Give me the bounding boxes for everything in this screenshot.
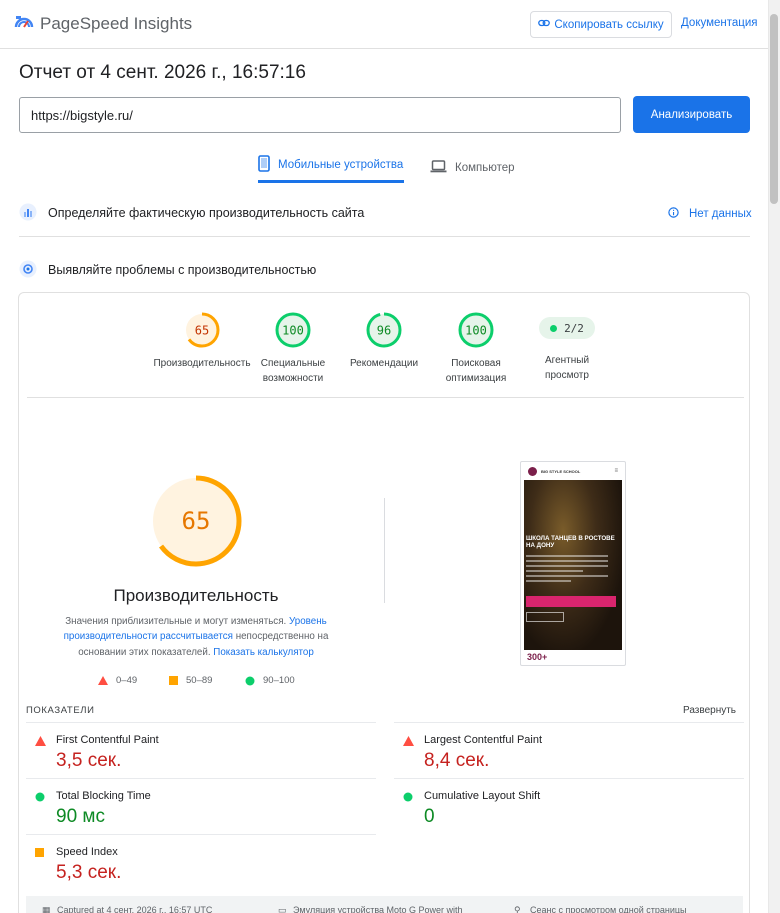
run-info-bar: ▦ Captured at 4 сент. 2026 г., 16:57 UTC…: [26, 896, 743, 913]
circle-icon: [245, 676, 255, 685]
tab-mobile-label: Мобильные устройства: [278, 158, 404, 171]
metrics-label: ПОКАЗАТЕЛИ: [26, 705, 95, 716]
metric-tbt[interactable]: Total Blocking Time 90 мс: [26, 778, 376, 834]
fail-triangle-icon: [35, 736, 46, 746]
top-bar: PageSpeed Insights Скопировать ссылку До…: [0, 0, 768, 49]
url-input[interactable]: [19, 97, 621, 133]
metric-value: 0: [424, 806, 435, 827]
screenshot-cta-button: [526, 596, 616, 607]
expand-toggle[interactable]: Развернуть: [683, 705, 736, 716]
field-data-title: Определяйте фактическую производительнос…: [48, 206, 365, 220]
site-logo-icon: [528, 466, 537, 476]
metric-fcp[interactable]: First Contentful Paint 3,5 сек.: [26, 722, 376, 778]
emulation-info: Эмуляция устройства Moto G Power with: [293, 905, 463, 913]
page-title: Отчет от 4 сент. 2026 г., 16:57:16: [19, 62, 306, 83]
metric-speed-index[interactable]: Speed Index 5,3 сек.: [26, 834, 376, 890]
performance-title: Производительность: [113, 586, 279, 605]
scrollbar[interactable]: [768, 0, 780, 913]
session-icon: ⚲: [514, 905, 521, 913]
docs-link[interactable]: Документация: [681, 17, 758, 29]
no-data-indicator[interactable]: Нет данных: [668, 207, 752, 221]
performance-note-1: Значения приблизительные и могут изменят…: [65, 616, 287, 627]
screenshot-header: BIG STYLE SCHOOL ≡: [521, 462, 625, 480]
gauge-performance-value: 65: [195, 324, 209, 338]
performance-score: 65: [182, 507, 211, 535]
captured-at: Captured at 4 сент. 2026 г., 16:57 UTC: [57, 905, 213, 913]
fail-triangle-icon: [403, 736, 414, 746]
performance-gauge: 65: [150, 475, 242, 567]
legend-pass-label: 90–100: [263, 675, 295, 686]
screenshot-secondary-button: [526, 612, 564, 622]
section-divider: [19, 236, 750, 237]
tab-desktop-label: Компьютер: [455, 161, 515, 174]
tab-mobile[interactable]: Мобильные устройства: [258, 152, 404, 183]
metric-name: First Contentful Paint: [56, 734, 159, 746]
screenshot-text-lines: [526, 555, 608, 585]
screenshot-hero: ШКОЛА ТАНЦЕВ В РОСТОВЕ НА ДОНУ: [524, 480, 622, 650]
pagespeed-logo-icon[interactable]: [14, 13, 34, 33]
laptop-icon: [430, 159, 447, 176]
field-data-heading: Определяйте фактическую производительнос…: [19, 203, 364, 223]
session-info: Сеанс с просмотром одной страницы: [530, 905, 687, 913]
metric-name: Total Blocking Time: [56, 790, 151, 802]
info-icon: [668, 207, 679, 221]
pass-circle-icon: [35, 792, 45, 802]
link-icon: [538, 18, 551, 31]
card-divider: [27, 397, 744, 398]
app-title[interactable]: PageSpeed Insights: [40, 14, 192, 34]
screenshot-counter: 300+: [527, 652, 548, 662]
pass-dot-icon: [550, 324, 558, 332]
legend-pass: 90–100: [245, 675, 295, 686]
device-icon: ▭: [278, 905, 287, 913]
legend-average-label: 50–89: [186, 675, 213, 686]
scrollbar-thumb[interactable]: [770, 14, 778, 204]
metric-value: 3,5 сек.: [56, 750, 122, 771]
metric-name: Cumulative Layout Shift: [424, 790, 541, 802]
no-data-label: Нет данных: [689, 208, 752, 220]
metric-value: 5,3 сек.: [56, 862, 122, 883]
lab-data-title: Выявляйте проблемы с производительностью: [48, 263, 317, 277]
page-screenshot[interactable]: BIG STYLE SCHOOL ≡ ШКОЛА ТАНЦЕВ В РОСТОВ…: [520, 461, 626, 666]
metric-name: Speed Index: [56, 846, 118, 858]
field-data-icon: [19, 203, 37, 224]
vertical-divider: [384, 498, 385, 603]
screenshot-heading: ШКОЛА ТАНЦЕВ В РОСТОВЕ НА ДОНУ: [526, 535, 615, 549]
smartphone-icon: [258, 154, 270, 175]
legend-average: 50–89: [169, 675, 212, 686]
pass-circle-icon: [403, 792, 413, 802]
agentic-badge: 2/2: [539, 317, 595, 339]
metric-cls[interactable]: Cumulative Layout Shift 0: [394, 778, 744, 834]
agentic-value: 2/2: [564, 321, 584, 335]
copy-link-button[interactable]: Скопировать ссылку: [530, 11, 672, 38]
agentic-label-1: Агентный: [544, 355, 590, 366]
copy-link-label: Скопировать ссылку: [554, 18, 664, 31]
legend-fail-label: 0–49: [116, 675, 138, 686]
metric-lcp[interactable]: Largest Contentful Paint 8,4 сек.: [394, 722, 744, 778]
legend-fail: 0–49: [98, 675, 137, 686]
calendar-icon: ▦: [42, 905, 51, 913]
metric-name: Largest Contentful Paint: [424, 734, 543, 746]
lab-data-icon: [19, 260, 37, 281]
gauge-accessibility-label-2: возможности: [262, 373, 324, 384]
lab-data-heading: Выявляйте проблемы с производительностью: [19, 260, 316, 280]
square-icon: [169, 676, 178, 685]
performance-note: Значения приблизительные и могут изменят…: [42, 614, 350, 660]
average-square-icon: [35, 848, 44, 857]
show-calculator-link[interactable]: Показать калькулятор: [213, 647, 314, 658]
tab-desktop[interactable]: Компьютер: [430, 152, 515, 183]
gauge-best-practices-value: 96: [377, 324, 391, 338]
metric-value: 8,4 сек.: [424, 750, 490, 771]
gauge-agentic[interactable]: 2/2 Агентный просмотр: [507, 309, 627, 383]
menu-icon: ≡: [614, 468, 618, 474]
screenshot-site-name: BIG STYLE SCHOOL: [541, 468, 581, 474]
triangle-icon: [98, 676, 108, 685]
gauge-accessibility-value: 100: [282, 324, 304, 338]
metric-value: 90 мс: [56, 806, 105, 827]
agentic-label-2: просмотр: [545, 370, 589, 381]
analyze-button[interactable]: Анализировать: [633, 96, 750, 133]
gauge-seo-value: 100: [465, 324, 487, 338]
